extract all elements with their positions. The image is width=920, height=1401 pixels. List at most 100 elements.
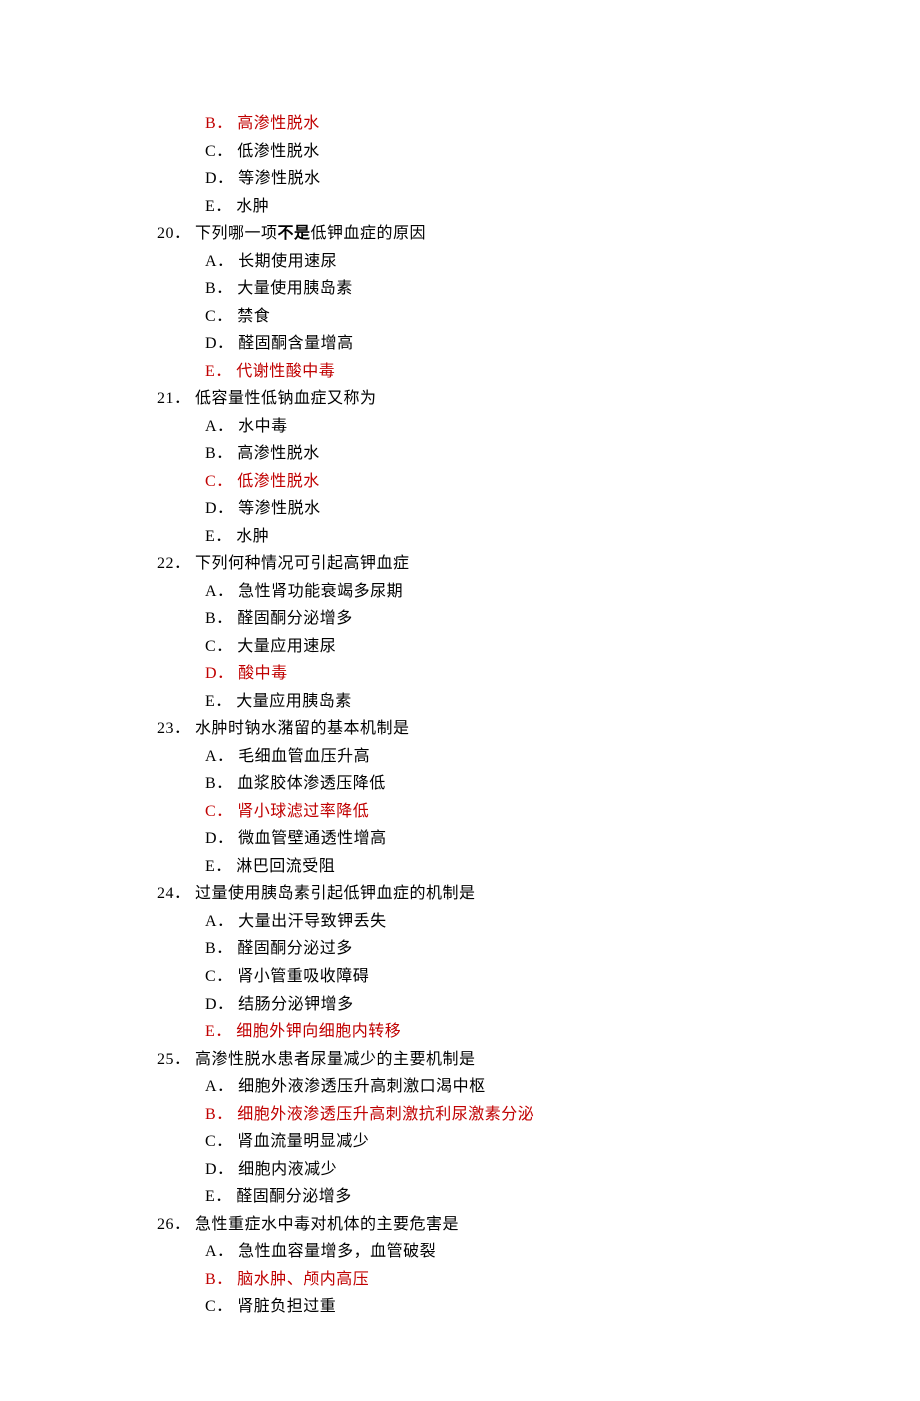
- option-letter: A．: [205, 248, 234, 276]
- option-letter: B．: [205, 440, 233, 468]
- question-text: 水肿时钠水潴留的基本机制是: [195, 720, 410, 737]
- option-letter: E．: [205, 358, 232, 386]
- option-line: D． 细胞内液减少: [135, 1156, 800, 1184]
- question-stem: 23． 水肿时钠水潴留的基本机制是: [135, 715, 800, 743]
- option-line: A． 长期使用速尿: [135, 248, 800, 276]
- question-number: 22．: [157, 550, 191, 578]
- option-text: 细胞外钾向细胞内转移: [236, 1023, 401, 1040]
- option-line: E． 代谢性酸中毒: [135, 358, 800, 386]
- option-line: C． 肾血流量明显减少: [135, 1128, 800, 1156]
- question-text: 过量使用胰岛素引起低钾血症的机制是: [195, 885, 476, 902]
- option-text: 水肿: [236, 528, 269, 545]
- option-line: E． 细胞外钾向细胞内转移: [135, 1018, 800, 1046]
- option-letter: A．: [205, 1073, 234, 1101]
- question-text: 高渗性脱水患者尿量减少的主要机制是: [195, 1051, 476, 1068]
- option-text: 肾血流量明显减少: [237, 1133, 369, 1150]
- option-letter: E．: [205, 853, 232, 881]
- option-letter: B．: [205, 1101, 233, 1129]
- option-line: A． 急性肾功能衰竭多尿期: [135, 578, 800, 606]
- question-number: 24．: [157, 880, 191, 908]
- option-text: 大量应用速尿: [237, 638, 336, 655]
- option-line: A． 水中毒: [135, 413, 800, 441]
- question-stem: 22． 下列何种情况可引起高钾血症: [135, 550, 800, 578]
- option-letter: B．: [205, 935, 233, 963]
- option-text: 大量使用胰岛素: [237, 280, 353, 297]
- option-text: 血浆胶体渗透压降低: [237, 775, 386, 792]
- option-text: 低渗性脱水: [237, 473, 320, 490]
- option-text: 淋巴回流受阻: [236, 858, 335, 875]
- option-text: 酸中毒: [238, 665, 288, 682]
- option-line: E． 大量应用胰岛素: [135, 688, 800, 716]
- question-stem: 26． 急性重症水中毒对机体的主要危害是: [135, 1211, 800, 1239]
- option-letter: B．: [205, 770, 233, 798]
- option-line: B． 细胞外液渗透压升高刺激抗利尿激素分泌: [135, 1101, 800, 1129]
- option-line: C． 大量应用速尿: [135, 633, 800, 661]
- option-letter: E．: [205, 688, 232, 716]
- option-letter: B．: [205, 605, 233, 633]
- option-letter: B．: [205, 275, 233, 303]
- option-line: E． 醛固酮分泌增多: [135, 1183, 800, 1211]
- option-text: 高渗性脱水: [237, 445, 320, 462]
- option-text: 毛细血管血压升高: [238, 748, 370, 765]
- option-text: 脑水肿、颅内高压: [237, 1271, 369, 1288]
- question-number: 26．: [157, 1211, 191, 1239]
- question-text-part: 下列哪一项: [195, 225, 278, 242]
- question-number: 25．: [157, 1046, 191, 1074]
- option-line: A． 急性血容量增多，血管破裂: [135, 1238, 800, 1266]
- option-text: 细胞外液渗透压升高刺激抗利尿激素分泌: [237, 1106, 534, 1123]
- question-text-part: 低钾血症的原因: [311, 225, 427, 242]
- option-text: 等渗性脱水: [238, 500, 321, 517]
- option-letter: C．: [205, 303, 233, 331]
- option-line: D． 酸中毒: [135, 660, 800, 688]
- question-text-bold: 不是: [278, 225, 311, 242]
- option-text: 醛固酮分泌过多: [237, 940, 353, 957]
- option-letter: C．: [205, 138, 233, 166]
- option-text: 代谢性酸中毒: [236, 363, 335, 380]
- option-text: 肾小管重吸收障碍: [237, 968, 369, 985]
- option-line: D． 等渗性脱水: [135, 165, 800, 193]
- option-text: 大量应用胰岛素: [236, 693, 352, 710]
- option-line: B． 醛固酮分泌过多: [135, 935, 800, 963]
- option-text: 等渗性脱水: [238, 170, 321, 187]
- question-stem: 24． 过量使用胰岛素引起低钾血症的机制是: [135, 880, 800, 908]
- option-letter: C．: [205, 468, 233, 496]
- option-text: 肾脏负担过重: [237, 1298, 336, 1315]
- option-letter: A．: [205, 1238, 234, 1266]
- option-letter: C．: [205, 1128, 233, 1156]
- option-line: E． 水肿: [135, 193, 800, 221]
- option-text: 长期使用速尿: [238, 253, 337, 270]
- option-letter: A．: [205, 578, 234, 606]
- option-letter: C．: [205, 798, 233, 826]
- option-line: D． 等渗性脱水: [135, 495, 800, 523]
- option-line: A． 细胞外液渗透压升高刺激口渴中枢: [135, 1073, 800, 1101]
- option-text: 低渗性脱水: [237, 143, 320, 160]
- option-line: B． 醛固酮分泌增多: [135, 605, 800, 633]
- option-text: 急性血容量增多，血管破裂: [238, 1243, 436, 1260]
- option-letter: C．: [205, 963, 233, 991]
- question-stem: 20． 下列哪一项不是低钾血症的原因: [135, 220, 800, 248]
- option-line: B． 高渗性脱水: [135, 110, 800, 138]
- option-line: C． 肾小管重吸收障碍: [135, 963, 800, 991]
- option-line: E． 水肿: [135, 523, 800, 551]
- option-line: A． 毛细血管血压升高: [135, 743, 800, 771]
- option-line: C． 禁食: [135, 303, 800, 331]
- option-letter: E．: [205, 1018, 232, 1046]
- option-line: B． 血浆胶体渗透压降低: [135, 770, 800, 798]
- option-text: 醛固酮分泌增多: [236, 1188, 352, 1205]
- option-letter: E．: [205, 523, 232, 551]
- option-letter: C．: [205, 633, 233, 661]
- option-letter: E．: [205, 193, 232, 221]
- option-letter: B．: [205, 110, 233, 138]
- option-line: B． 大量使用胰岛素: [135, 275, 800, 303]
- question-number: 23．: [157, 715, 191, 743]
- option-letter: D．: [205, 330, 234, 358]
- question-text: 低容量性低钠血症又称为: [195, 390, 377, 407]
- option-text: 结肠分泌钾增多: [238, 996, 354, 1013]
- option-line: A． 大量出汗导致钾丢失: [135, 908, 800, 936]
- option-text: 醛固酮分泌增多: [237, 610, 353, 627]
- option-line: C． 肾脏负担过重: [135, 1293, 800, 1321]
- option-text: 水肿: [236, 198, 269, 215]
- option-text: 醛固酮含量增高: [238, 335, 354, 352]
- question-number: 20．: [157, 220, 191, 248]
- option-line: C． 肾小球滤过率降低: [135, 798, 800, 826]
